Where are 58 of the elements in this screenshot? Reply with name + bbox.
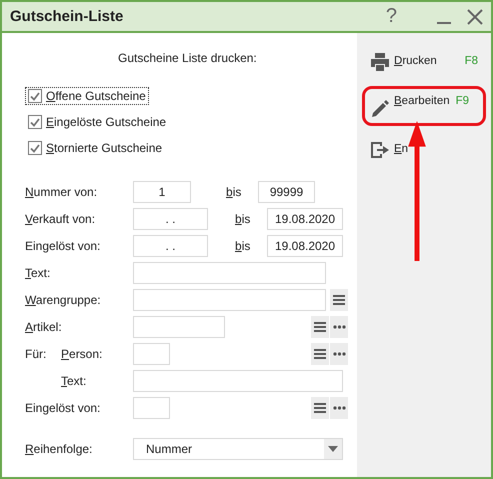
input-field[interactable]: 99999 [258, 181, 315, 203]
input-field[interactable]: . . [133, 235, 208, 257]
group-label: Für: [25, 347, 46, 361]
list-icon [314, 403, 326, 413]
list-icon [333, 295, 345, 305]
input-field[interactable]: 19.08.2020 [267, 208, 343, 230]
list-button[interactable] [330, 289, 348, 311]
field-label: Eingelöst von: [25, 239, 102, 253]
list-button[interactable] [311, 397, 329, 419]
more-button[interactable] [330, 397, 348, 419]
more-button[interactable] [330, 343, 348, 365]
help-button[interactable]: ? [386, 5, 397, 28]
field-label: Warengruppe: [25, 293, 102, 307]
input-field[interactable] [133, 316, 225, 338]
field-label: Nummer von: [25, 185, 98, 199]
close-icon[interactable] [467, 8, 483, 24]
edit-action[interactable]: Bearbeiten F9 [365, 89, 483, 123]
check-icon [30, 118, 40, 126]
pencil-icon [370, 99, 390, 119]
input-field[interactable]: 1 [133, 181, 191, 203]
window-title: Gutschein-Liste [10, 8, 124, 25]
input-field[interactable]: . . [133, 208, 208, 230]
list-icon [314, 322, 326, 332]
field-label: bis [235, 212, 252, 226]
check-icon [30, 92, 40, 100]
checkbox[interactable]: Offene Gutscheine [25, 87, 149, 105]
input-field[interactable] [133, 343, 170, 365]
exit-action[interactable]: En [365, 137, 483, 163]
more-icon [332, 325, 346, 329]
more-icon [332, 352, 346, 356]
input-field[interactable]: 19.08.2020 [267, 235, 343, 257]
field-label: Person: [61, 347, 104, 361]
field-label: Reihenfolge: [25, 442, 94, 456]
printer-icon [370, 53, 390, 71]
input-field[interactable] [133, 370, 343, 392]
field-label: bis [226, 185, 242, 199]
field-label: Eingelöst von: [25, 401, 102, 415]
check-icon [30, 144, 40, 152]
print-action[interactable]: Drucken F8 [365, 49, 483, 75]
input-field[interactable] [133, 397, 170, 419]
list-button[interactable] [311, 316, 329, 338]
section-heading: Gutscheine Liste drucken: [118, 51, 258, 65]
input-field[interactable] [133, 289, 326, 311]
list-button[interactable] [311, 343, 329, 365]
list-icon [314, 349, 326, 359]
caret-icon [328, 446, 338, 452]
more-icon [332, 406, 346, 410]
order-dropdown[interactable]: Nummer [133, 438, 343, 460]
field-label: bis [235, 239, 252, 253]
field-label: Text: [25, 266, 52, 280]
checkbox[interactable]: Eingelöste Gutscheine [25, 113, 170, 131]
checkbox[interactable]: Stornierte Gutscheine [25, 139, 166, 157]
more-button[interactable] [330, 316, 348, 338]
exit-icon [370, 141, 390, 159]
input-field[interactable] [133, 262, 326, 284]
field-label: Text: [61, 374, 88, 388]
field-label: Artikel: [25, 320, 63, 334]
field-label: Verkauft von: [25, 212, 96, 226]
